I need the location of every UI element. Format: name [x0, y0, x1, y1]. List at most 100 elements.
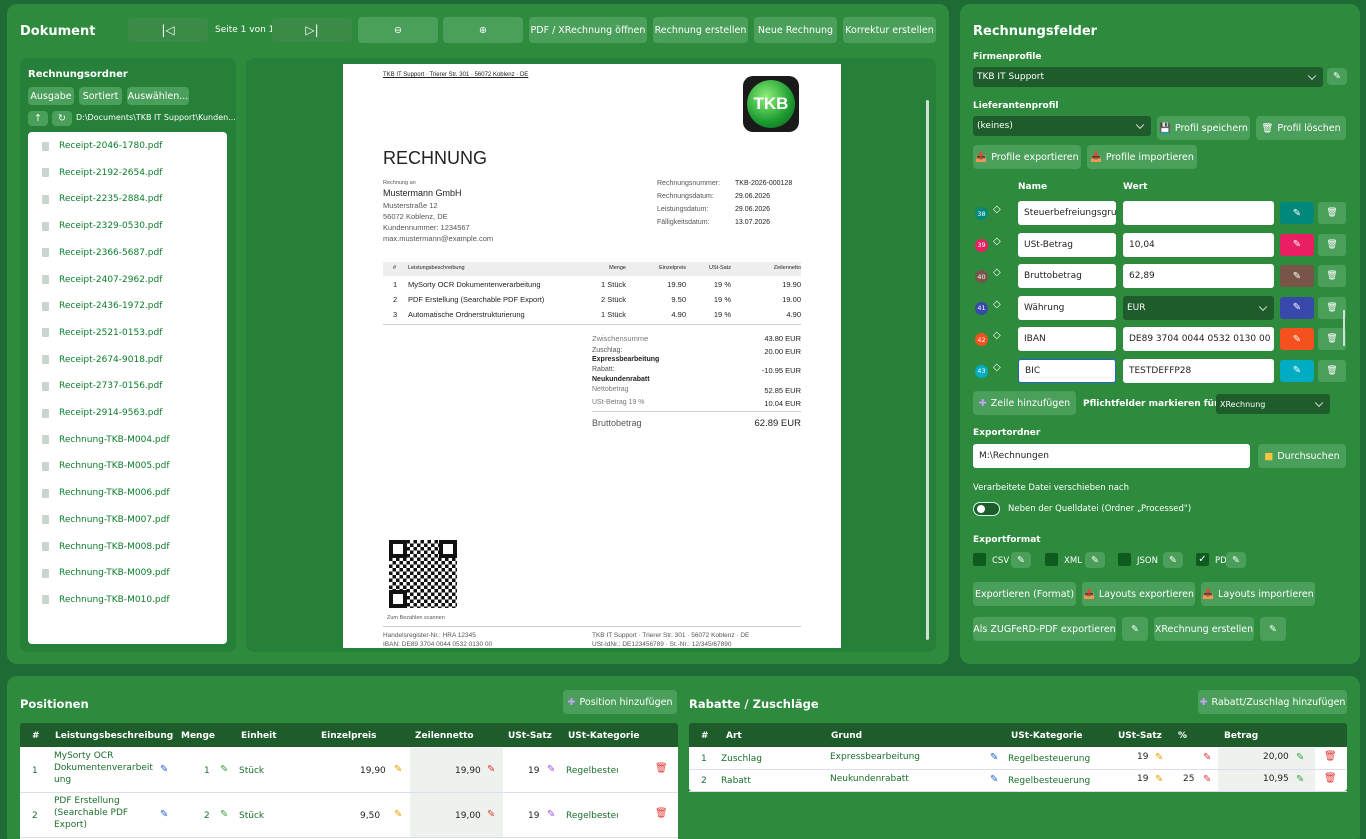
export-folder-input[interactable]: M:\Rechnungen — [973, 444, 1250, 468]
positions-row-desc[interactable]: MySorty OCR — [54, 751, 113, 761]
file-list-item[interactable]: Rechnung-TKB-M008.pdf — [42, 540, 170, 554]
fields-scrollbar[interactable] — [1343, 310, 1345, 346]
file-list-item[interactable]: Rechnung-TKB-M007.pdf — [42, 513, 170, 527]
file-list[interactable]: Receipt-2046-1780.pdf Receipt-2192-2654.p… — [28, 132, 227, 644]
positions-row-desc[interactable]: Export) — [54, 820, 87, 830]
xrechnung-button[interactable]: XRechnung erstellen — [1154, 617, 1254, 641]
edit-company-button[interactable]: ✎ — [1327, 68, 1347, 85]
pencil-icon[interactable]: ✎ — [1203, 774, 1211, 785]
format-checkbox[interactable]: ✓ — [1196, 553, 1209, 566]
field-color-edit-button[interactable]: ✎ — [1280, 296, 1314, 319]
positions-row-qty[interactable]: 1 — [204, 766, 210, 776]
field-color-edit-button[interactable]: ✎ — [1280, 359, 1314, 382]
positions-row-desc[interactable]: PDF Erstellung — [54, 796, 120, 806]
format-edit-button[interactable]: ✎ — [1011, 552, 1031, 568]
output-button[interactable]: Ausgabe — [28, 87, 74, 105]
sorted-button[interactable]: Sortiert — [79, 87, 122, 105]
supplier-profile-select[interactable]: (keines) — [973, 116, 1151, 136]
rabatte-row-grund[interactable]: Expressbearbeitung — [830, 752, 920, 762]
pencil-icon[interactable]: ✎ — [487, 809, 495, 820]
move-toggle[interactable] — [973, 502, 1000, 516]
tag-icon[interactable]: ◇ — [993, 204, 1001, 215]
file-list-item[interactable]: Rechnung-TKB-M009.pdf — [42, 566, 170, 580]
create-invoice-button[interactable]: Rechnung erstellen — [653, 17, 748, 43]
positions-row-desc[interactable]: Dokumentenverarbeit — [54, 763, 153, 773]
field-value-input[interactable]: 10,04 — [1123, 232, 1274, 257]
field-name-input[interactable]: Währung — [1018, 295, 1116, 320]
field-name-input[interactable]: Bruttobetrag — [1018, 264, 1116, 288]
file-list-item[interactable]: Receipt-2046-1780.pdf — [42, 139, 162, 153]
mandatory-select[interactable]: XRechnung — [1216, 394, 1330, 414]
field-delete-button[interactable]: 🗑 — [1318, 359, 1346, 382]
format-checkbox[interactable] — [973, 553, 986, 566]
pencil-icon[interactable]: ✎ — [1296, 774, 1304, 785]
field-color-edit-button[interactable]: ✎ — [1280, 233, 1314, 256]
file-list-item[interactable]: Receipt-2436-1972.pdf — [42, 299, 162, 313]
file-list-item[interactable]: Receipt-2914-9563.pdf — [42, 406, 162, 420]
tag-icon[interactable]: ◇ — [993, 299, 1001, 310]
positions-row-vat[interactable]: 19 — [528, 766, 539, 776]
positions-row-unit[interactable]: Stück — [239, 766, 264, 776]
file-list-item[interactable]: Receipt-2192-2654.pdf — [42, 166, 162, 180]
company-profile-select[interactable]: TKB IT Support — [973, 67, 1323, 87]
rabatte-row-art[interactable]: Rabatt — [721, 776, 751, 786]
field-value-input[interactable] — [1123, 201, 1274, 225]
open-pdf-button[interactable]: PDF / XRechnung öffnen — [529, 17, 647, 43]
zoom-in-button[interactable]: ⊕ — [443, 17, 523, 43]
pencil-icon[interactable]: ✎ — [990, 752, 998, 763]
export-format-button[interactable]: Exportieren (Format) — [973, 582, 1076, 606]
add-rabatt-button[interactable]: ✚ Rabatt/Zuschlag hinzufügen — [1198, 690, 1347, 714]
up-button[interactable]: ↑ — [28, 111, 48, 126]
first-page-button[interactable]: |◁ — [128, 18, 208, 42]
delete-profile-button[interactable]: 🗑 Profil löschen — [1256, 116, 1346, 140]
new-invoice-button[interactable]: Neue Rechnung — [754, 17, 837, 43]
pencil-icon[interactable]: ✎ — [1155, 774, 1163, 785]
tag-icon[interactable]: ◇ — [993, 362, 1001, 373]
xrechnung-edit-button[interactable]: ✎ — [1260, 617, 1286, 641]
format-checkbox[interactable] — [1118, 553, 1131, 566]
field-name-input[interactable]: USt-Betrag — [1018, 232, 1116, 257]
rabatte-row-vat[interactable]: 19 — [1137, 752, 1148, 762]
trash-icon[interactable]: 🗑 — [1324, 773, 1337, 784]
format-edit-button[interactable]: ✎ — [1085, 552, 1105, 568]
add-position-button[interactable]: ✚ Position hinzufügen — [563, 690, 677, 714]
pencil-icon[interactable]: ✎ — [220, 809, 228, 820]
tag-icon[interactable]: ◇ — [993, 330, 1001, 341]
trash-icon[interactable]: 🗑 — [1324, 751, 1337, 762]
positions-row-price[interactable]: 19,90 — [360, 766, 386, 776]
tag-icon[interactable]: ◇ — [993, 236, 1001, 247]
file-list-item[interactable]: Receipt-2737-0156.pdf — [42, 379, 162, 393]
file-list-item[interactable]: Rechnung-TKB-M004.pdf — [42, 433, 170, 447]
file-list-item[interactable]: Receipt-2329-0530.pdf — [42, 219, 162, 233]
save-profile-button[interactable]: 💾 Profil speichern — [1157, 116, 1250, 140]
export-layouts-button[interactable]: 📤 Layouts exportieren — [1082, 582, 1195, 606]
field-delete-button[interactable]: 🗑 — [1318, 233, 1346, 256]
zugferd-edit-button[interactable]: ✎ — [1122, 617, 1148, 641]
field-delete-button[interactable]: 🗑 — [1318, 202, 1346, 224]
pencil-icon[interactable]: ✎ — [1296, 752, 1304, 763]
field-name-input[interactable]: BIC — [1018, 358, 1116, 383]
file-list-item[interactable]: Receipt-2407-2962.pdf — [42, 273, 162, 287]
trash-icon[interactable]: 🗑 — [655, 808, 668, 819]
pencil-icon[interactable]: ✎ — [394, 809, 402, 820]
format-edit-button[interactable]: ✎ — [1163, 552, 1183, 568]
field-name-input[interactable]: Steuerbefreiungsgru — [1018, 201, 1116, 225]
pencil-icon[interactable]: ✎ — [160, 809, 168, 820]
last-page-button[interactable]: ▷| — [272, 18, 352, 42]
field-value-select[interactable]: EUR — [1123, 295, 1274, 320]
field-color-edit-button[interactable]: ✎ — [1280, 265, 1314, 287]
pencil-icon[interactable]: ✎ — [394, 764, 402, 775]
trash-icon[interactable]: 🗑 — [655, 763, 668, 774]
pencil-icon[interactable]: ✎ — [487, 764, 495, 775]
import-profiles-button[interactable]: 📥 Profile importieren — [1087, 145, 1197, 169]
rabatte-row-cat[interactable]: Regelbesteuerung — [1008, 776, 1090, 786]
positions-row-desc[interactable]: ung — [54, 775, 71, 785]
field-name-input[interactable]: IBAN — [1018, 327, 1116, 351]
format-checkbox[interactable] — [1045, 553, 1058, 566]
positions-row-vat[interactable]: 19 — [528, 811, 539, 821]
pencil-icon[interactable]: ✎ — [547, 764, 555, 775]
refresh-button[interactable]: ↻ — [52, 111, 72, 126]
format-edit-button[interactable]: ✎ — [1226, 552, 1246, 568]
positions-row-cat[interactable]: Regelbesteu — [566, 766, 618, 776]
rabatte-row-grund[interactable]: Neukundenrabatt — [830, 774, 909, 784]
